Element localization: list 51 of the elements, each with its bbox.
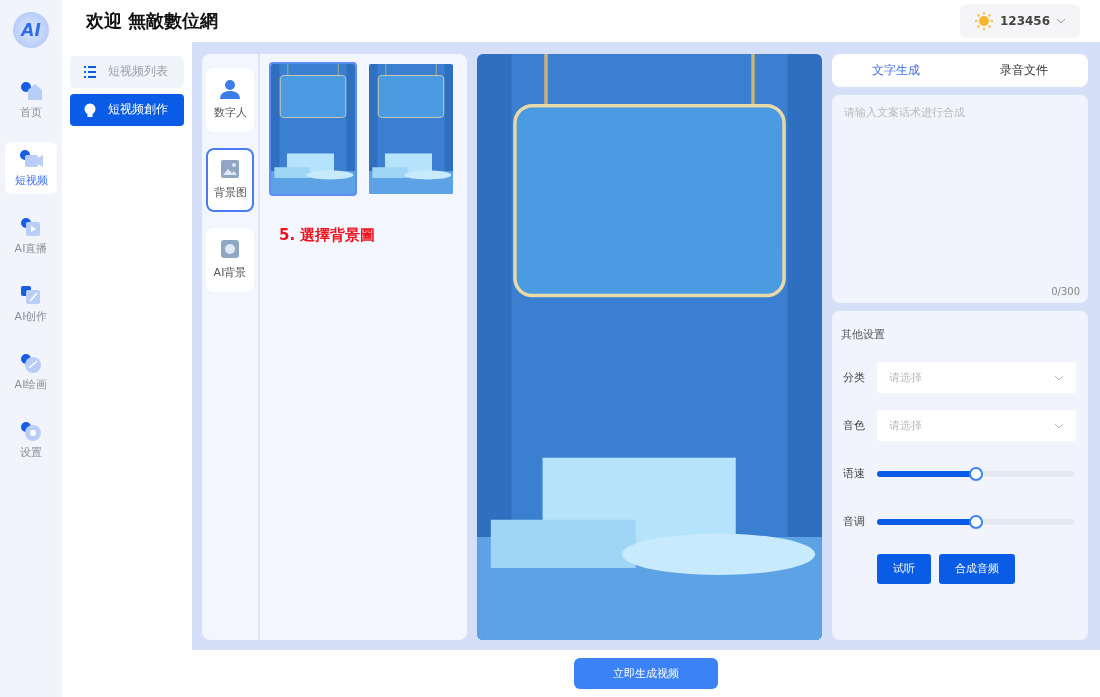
list-icon <box>84 65 96 78</box>
asset-tab[interactable]: 数字人 <box>206 67 254 132</box>
setting-label: 分类 <box>842 370 866 385</box>
page-title: 欢迎 無敵數位網 <box>86 8 219 33</box>
user-menu[interactable]: 123456 <box>960 3 1080 38</box>
char-counter: 0/300 <box>1051 285 1080 297</box>
chevron-down-icon <box>1054 374 1064 381</box>
lightbulb-icon <box>84 102 96 117</box>
voice-tab[interactable]: 录音文件 <box>960 53 1088 87</box>
submenu-label: 短视频創作 <box>108 101 168 118</box>
nav-label: 首页 <box>20 104 42 120</box>
setting-label: 音色 <box>842 418 866 433</box>
nav-item[interactable]: 设置 <box>5 414 57 466</box>
nav-label: 短视频 <box>14 172 48 188</box>
video-camera-icon <box>19 148 43 169</box>
generate-video-button[interactable]: 立即生成视频 <box>574 658 718 689</box>
asset-tab[interactable]: AI背景 <box>206 227 254 292</box>
setting-label: 音调 <box>842 514 866 529</box>
nav-item[interactable]: 短视频 <box>5 142 57 194</box>
nav-label: AI绘画 <box>14 376 48 392</box>
section-title: 其他设置 <box>841 326 886 342</box>
slider-thumb[interactable] <box>968 514 983 529</box>
image-icon <box>220 159 240 179</box>
asset-tab[interactable]: 背景图 <box>206 147 254 212</box>
submenu-item[interactable]: 短视频創作 <box>70 93 184 126</box>
play-screen-icon <box>20 216 42 237</box>
slider-thumb[interactable] <box>968 466 983 481</box>
sun-icon <box>973 10 994 31</box>
user-name: 123456 <box>999 13 1051 28</box>
nav-label: 设置 <box>20 444 42 460</box>
nav-label: AI创作 <box>14 308 48 324</box>
annotation-text: 5. 選擇背景圖 <box>278 225 377 245</box>
home-icon <box>20 80 42 101</box>
voice-tab[interactable]: 文字生成 <box>832 53 960 87</box>
submenu-label: 短视频列表 <box>108 63 168 80</box>
setting-label: 语速 <box>842 466 866 481</box>
nav-item[interactable]: AI绘画 <box>5 346 57 398</box>
submenu-item[interactable]: 短视频列表 <box>70 55 184 88</box>
action-button[interactable]: 合成音频 <box>939 553 1015 584</box>
nav-item[interactable]: AI创作 <box>5 278 57 330</box>
person-icon <box>219 79 241 99</box>
asset-tab-label: 数字人 <box>213 105 247 120</box>
chevron-down-icon <box>1056 17 1067 24</box>
asset-tab-label: AI背景 <box>213 265 247 280</box>
asset-tab-label: 背景图 <box>213 185 247 200</box>
chevron-down-icon <box>1054 422 1064 429</box>
action-button[interactable]: 试听 <box>877 553 931 584</box>
nav-item[interactable]: AI直播 <box>5 210 57 262</box>
nav-item[interactable]: 首页 <box>5 74 57 126</box>
nav-label: AI直播 <box>14 240 48 256</box>
app-logo: AI <box>13 12 49 48</box>
